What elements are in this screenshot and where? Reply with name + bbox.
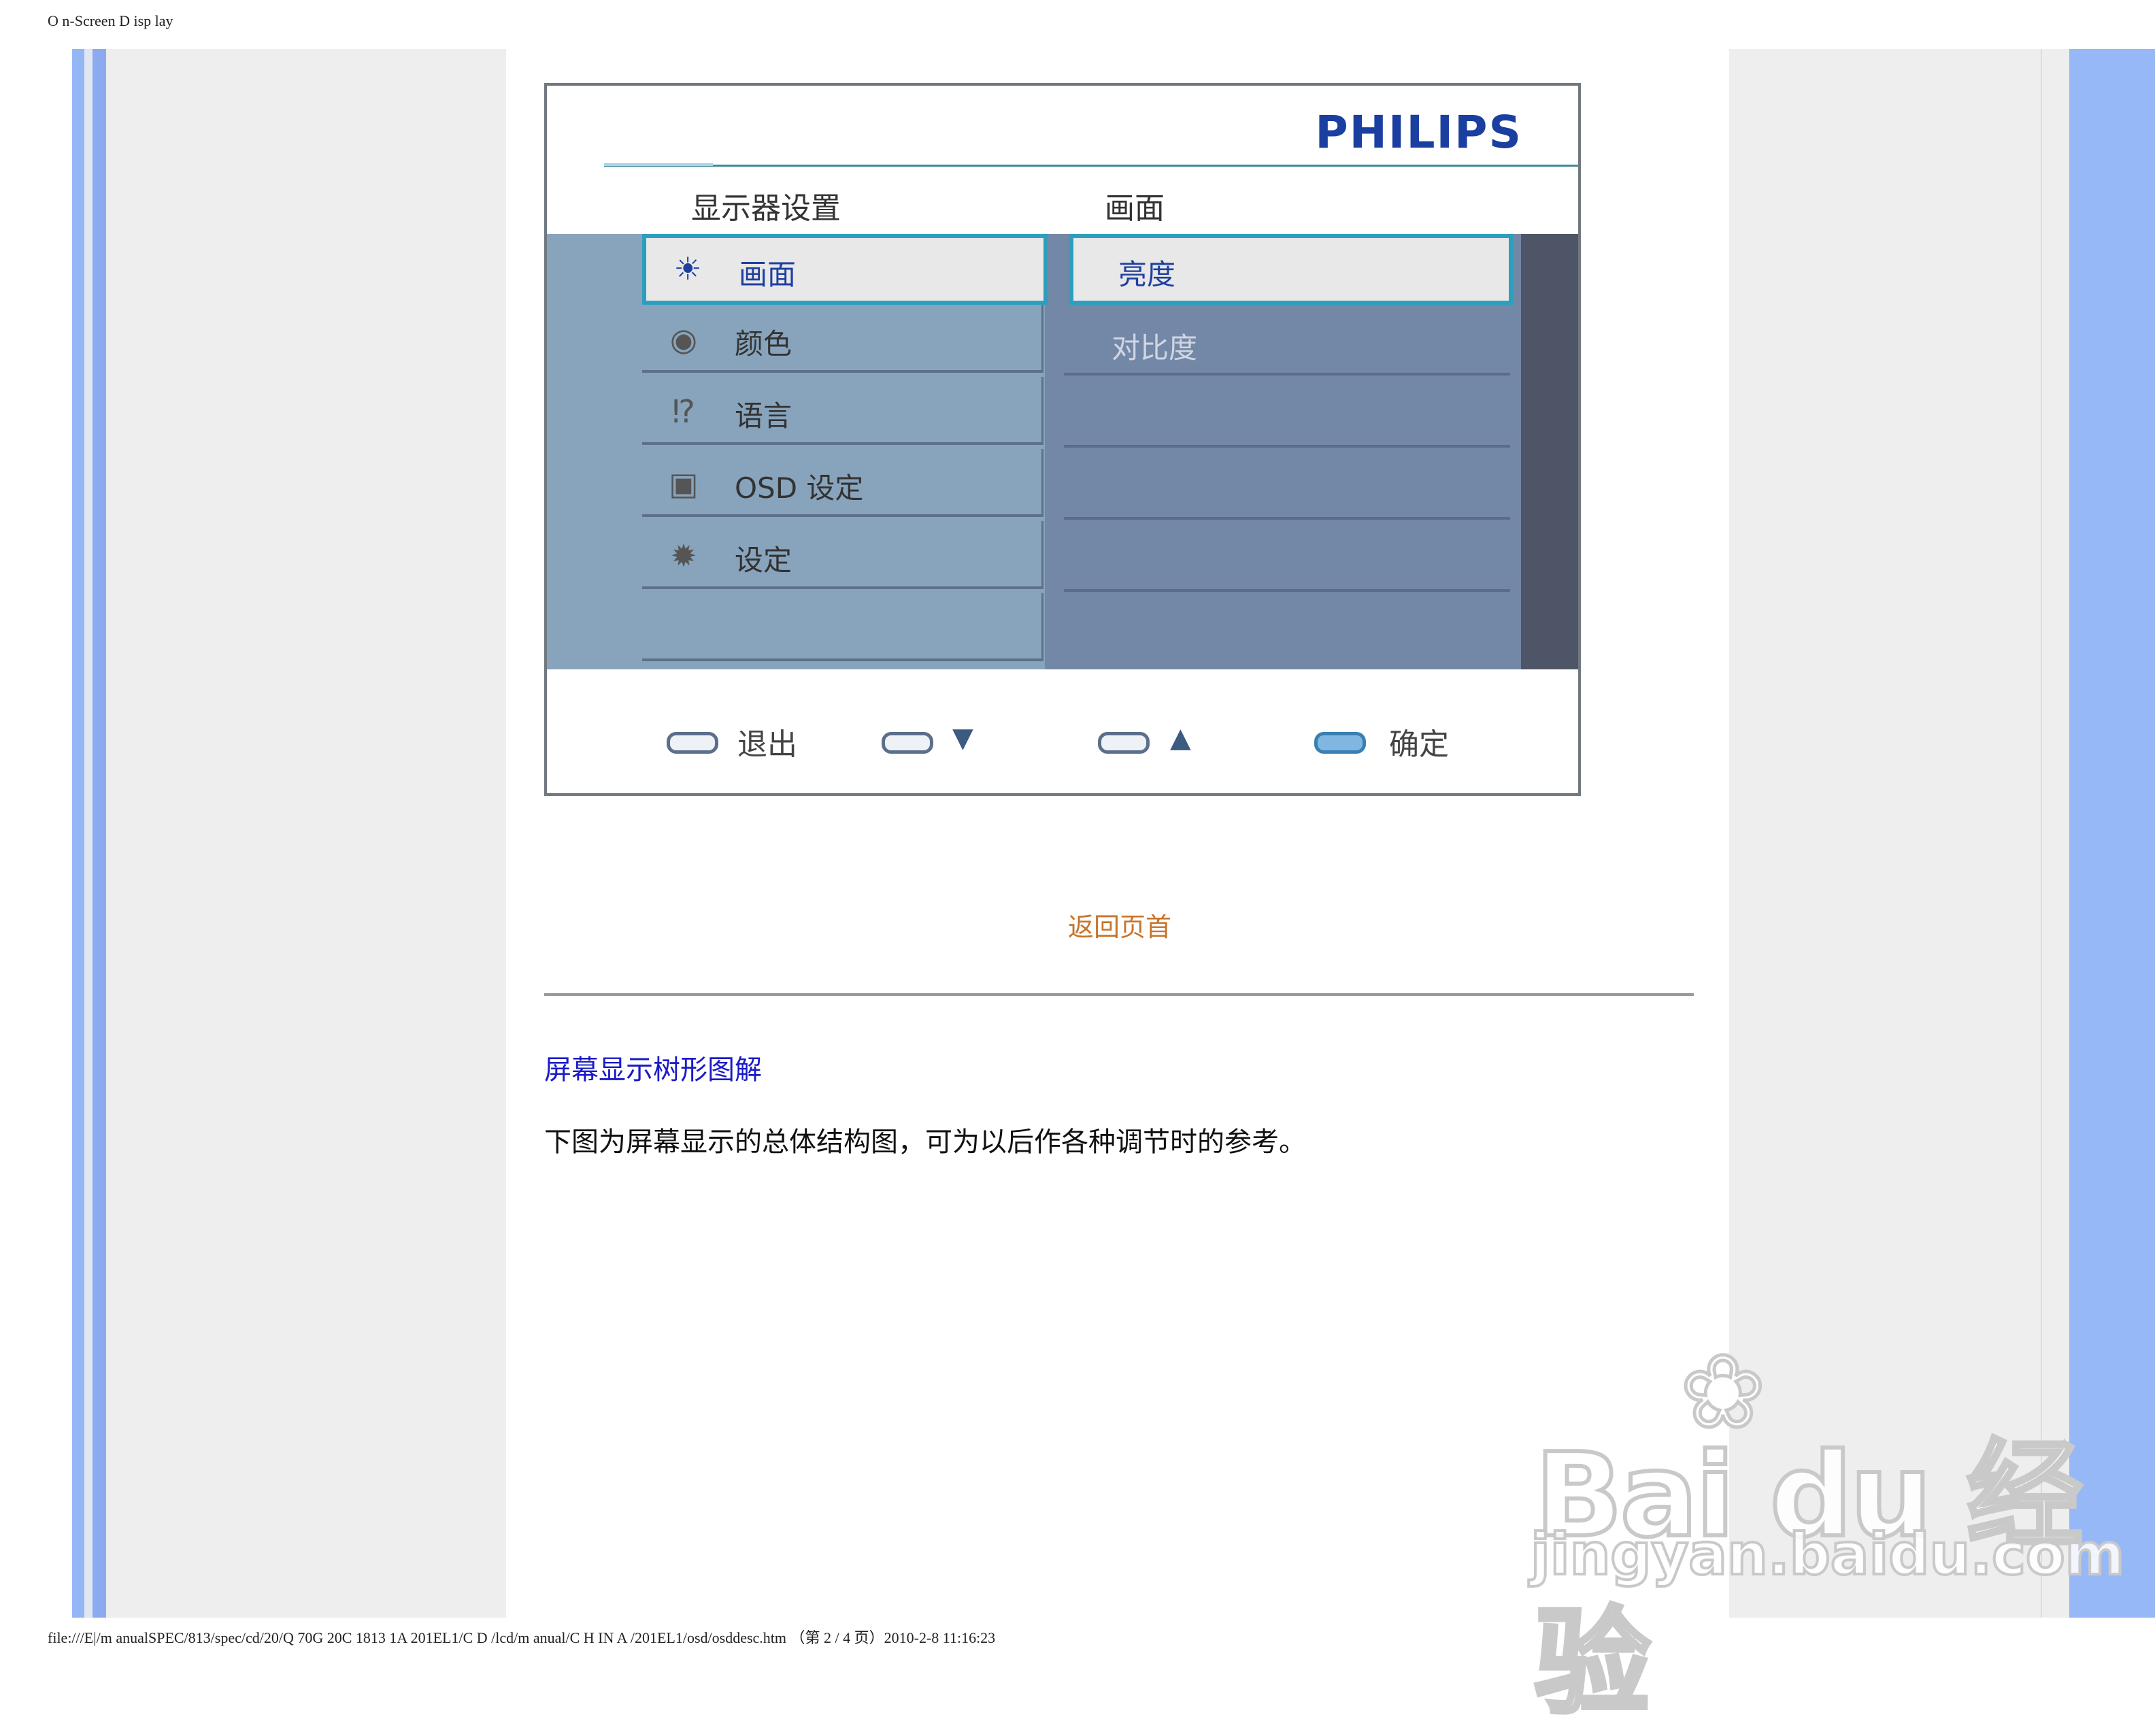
- osd-submenu-item-brightness: 亮度: [1069, 234, 1513, 305]
- osd-menu-item-empty: [642, 593, 1043, 661]
- ok-button-label: 确定: [1389, 727, 1449, 762]
- left-accent-bar: [72, 49, 84, 1618]
- osd-submenu-label: 亮度: [1118, 258, 1176, 291]
- osd-menu-item-picture: ☀ 画面: [642, 234, 1048, 305]
- page-header: O n-Screen D isp lay: [48, 12, 173, 29]
- brightness-icon: ☀: [673, 250, 702, 287]
- osd-menu-label: OSD 设定: [735, 471, 864, 505]
- osd-submenu-label: 对比度: [1112, 331, 1198, 365]
- language-icon: ⁉: [672, 393, 695, 430]
- osd-menu-label: 画面: [739, 258, 797, 291]
- left-margin: [106, 49, 506, 1618]
- section-divider: [544, 993, 1694, 996]
- osd-menu-title: 显示器设置: [691, 191, 841, 226]
- osd-menu-label: 语言: [735, 399, 792, 433]
- back-to-top-link[interactable]: 返回页首: [1068, 906, 1171, 944]
- settings-icon: ✹: [670, 537, 697, 574]
- exit-button-label: 退出: [737, 727, 797, 762]
- osd-menu-item-setup: ✹ 设定: [642, 521, 1043, 589]
- color-icon: ◉: [669, 321, 698, 358]
- osd-icon: ▣: [669, 465, 699, 502]
- ok-button-icon: [1314, 732, 1366, 754]
- philips-logo: PHILIPS: [1315, 106, 1522, 158]
- section-title: 屏幕显示树形图解: [544, 1054, 762, 1086]
- osd-header-rule: [604, 165, 1578, 167]
- osd-menu-item-language: ⁉ 语言: [642, 377, 1043, 445]
- section-paragraph: 下图为屏幕显示的总体结构图，可为以后作各种调节时的参考。: [544, 1126, 1306, 1158]
- osd-submenu-item-empty: [1064, 524, 1510, 592]
- osd-scroll-strip: [1521, 234, 1578, 669]
- osd-screenshot: PHILIPS 显示器设置 画面 ☀ 画面 ◉ 颜色 ⁉ 语言 ▣ OSD 设定…: [544, 83, 1581, 796]
- osd-header-rule-highlight: [604, 163, 713, 166]
- down-button-icon: [882, 732, 933, 754]
- page-footer: file:///E|/m anualSPEC/813/spec/cd/20/Q …: [48, 1629, 996, 1646]
- baidu-watermark-url: jingyan.baidu.com: [1529, 1520, 2126, 1589]
- up-button-icon: [1098, 732, 1150, 754]
- osd-submenu-title: 画面: [1105, 191, 1165, 226]
- osd-submenu-item-contrast: 对比度: [1064, 307, 1510, 375]
- osd-submenu-item-empty: [1064, 452, 1510, 520]
- left-accent-stripe-2: [93, 49, 106, 1618]
- right-margin: [1729, 49, 2069, 1618]
- osd-menu-item-color: ◉ 颜色: [642, 305, 1043, 373]
- right-accent-bar: [2069, 49, 2155, 1618]
- exit-button-icon: [667, 732, 718, 754]
- up-arrow-icon: ▲: [1170, 722, 1191, 754]
- osd-menu-label: 颜色: [735, 327, 792, 361]
- osd-submenu-item-empty: [1064, 380, 1510, 448]
- down-arrow-icon: ▼: [952, 722, 973, 754]
- right-divider: [2041, 49, 2042, 1618]
- osd-menu-item-osd-settings: ▣ OSD 设定: [642, 449, 1043, 517]
- osd-menu-label: 设定: [735, 544, 792, 577]
